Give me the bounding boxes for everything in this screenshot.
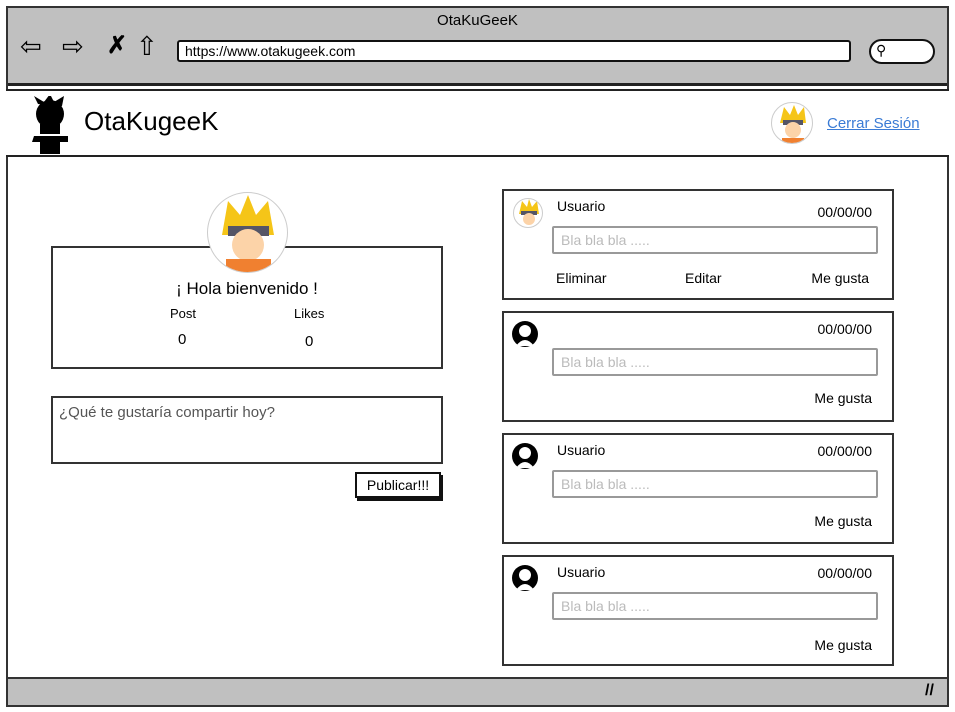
like-button[interactable]: Me gusta <box>814 390 872 406</box>
home-icon[interactable]: ⇧ <box>136 32 158 60</box>
delete-button[interactable]: Eliminar <box>556 270 607 286</box>
post-user: Usuario <box>557 198 606 214</box>
post-avatar <box>513 198 543 228</box>
user-avatar-icon <box>519 199 539 225</box>
post-text[interactable]: Bla bla bla ..... <box>552 592 878 620</box>
like-button[interactable]: Me gusta <box>814 513 872 529</box>
search-icon: ⚲ <box>876 42 887 58</box>
post-label: Post <box>170 306 197 321</box>
logo-icon <box>32 96 68 154</box>
brand-name: OtaKugeeK <box>84 106 219 136</box>
url-bar[interactable]: https://www.otakugeek.com <box>177 40 851 62</box>
user-avatar-icon <box>780 105 806 143</box>
user-avatar-icon <box>222 195 274 272</box>
status-bar <box>8 677 947 705</box>
post-count: 0 <box>178 331 187 348</box>
window-title: OtaKuGeeK <box>437 12 518 29</box>
post-user: Usuario <box>557 442 606 458</box>
share-textarea[interactable]: ¿Qué te gustaría compartir hoy? <box>51 396 443 464</box>
user-silhouette-icon <box>512 565 538 591</box>
profile-avatar <box>207 192 288 273</box>
close-icon[interactable]: ✗ <box>107 32 127 60</box>
post-text[interactable]: Bla bla bla ..... <box>552 470 878 498</box>
post-card: Usuario 00/00/00 Bla bla bla ..... Elimi… <box>502 189 894 300</box>
post-date: 00/00/00 <box>817 565 873 581</box>
back-icon[interactable]: ⇦ <box>20 32 42 60</box>
post-card: Usuario 00/00/00 Bla bla bla ..... Me gu… <box>502 555 894 666</box>
user-silhouette-icon <box>512 443 538 469</box>
post-text[interactable]: Bla bla bla ..... <box>552 348 878 376</box>
like-button[interactable]: Me gusta <box>814 637 872 653</box>
like-button[interactable]: Me gusta <box>811 270 869 286</box>
logout-link[interactable]: Cerrar Sesión <box>827 115 920 132</box>
post-card: Usuario 00/00/00 Bla bla bla ..... Me gu… <box>502 433 894 544</box>
user-silhouette-icon <box>512 321 538 347</box>
greeting: ¡ Hola bienvenido ! <box>176 279 318 298</box>
post-date: 00/00/00 <box>817 204 873 220</box>
post-user: Usuario <box>557 564 606 580</box>
forward-icon[interactable]: ⇨ <box>62 32 84 60</box>
likes-count: 0 <box>305 333 314 350</box>
likes-label: Likes <box>294 306 325 321</box>
header-avatar[interactable] <box>771 102 813 144</box>
post-text[interactable]: Bla bla bla ..... <box>552 226 878 254</box>
search-field[interactable]: ⚲ <box>869 39 935 64</box>
edit-button[interactable]: Editar <box>685 270 722 286</box>
publish-button[interactable]: Publicar!!! <box>355 472 441 498</box>
resize-handle-icon[interactable]: // <box>925 682 934 700</box>
post-card: 00/00/00 Bla bla bla ..... Me gusta <box>502 311 894 422</box>
post-date: 00/00/00 <box>817 443 873 459</box>
post-date: 00/00/00 <box>817 321 873 337</box>
